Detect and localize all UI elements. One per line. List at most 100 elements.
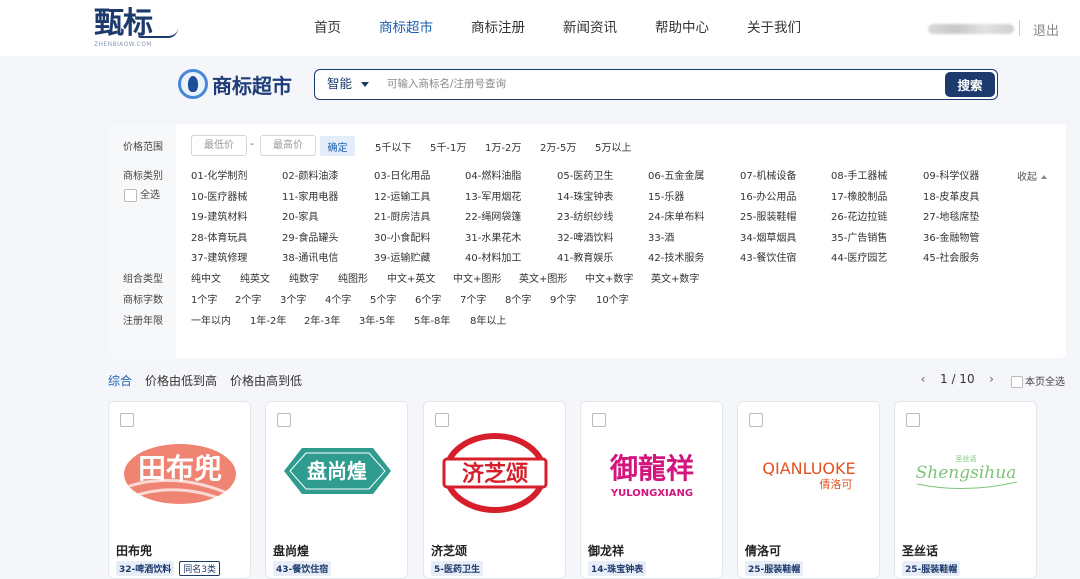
category-option[interactable]: 23-纺织纱线 [557,208,613,223]
price-option[interactable]: 5千-1万 [430,139,466,154]
category-option[interactable]: 15-乐器 [648,188,684,203]
category-option[interactable]: 32-啤酒饮料 [557,229,613,244]
category-option[interactable]: 03-日化用品 [374,167,430,182]
category-option[interactable]: 09-科学仪器 [923,167,979,182]
category-option[interactable]: 06-五金金属 [648,167,704,182]
reg-year-option[interactable]: 8年以上 [470,312,506,327]
nav-trademark-market[interactable]: 商标超市 [379,0,433,56]
category-option[interactable]: 39-运输贮藏 [374,249,430,264]
category-option[interactable]: 07-机械设备 [740,167,796,182]
combo-option[interactable]: 纯数字 [289,270,319,285]
char-count-option[interactable]: 8个字 [505,291,531,306]
sort-price-asc[interactable]: 价格由低到高 [145,372,217,390]
combo-option[interactable]: 纯英文 [240,270,270,285]
trademark-card[interactable]: 田布兜 田布兜 32-啤酒饮料 同名3类 [108,401,251,579]
category-option[interactable]: 13-军用烟花 [465,188,521,203]
category-option[interactable]: 41-教育娱乐 [557,249,613,264]
category-option[interactable]: 01-化学制剂 [191,167,247,182]
sort-default[interactable]: 综合 [108,372,132,390]
prev-page-icon[interactable]: ‹ [916,372,930,386]
price-confirm-button[interactable]: 确定 [320,136,355,156]
char-count-option[interactable]: 9个字 [550,291,576,306]
category-option[interactable]: 38-通讯电信 [282,249,338,264]
trademark-card[interactable]: 圣丝话 Shengsihua 圣丝话 25-服装鞋帽 [894,401,1037,579]
price-option[interactable]: 5千以下 [375,139,411,154]
category-option[interactable]: 36-金融物管 [923,229,979,244]
nav-trademark-register[interactable]: 商标注册 [471,0,525,56]
category-option[interactable]: 43-餐饮住宿 [740,249,796,264]
card-checkbox[interactable] [906,413,920,427]
category-option[interactable]: 05-医药卫生 [557,167,613,182]
search-input[interactable] [387,73,927,95]
max-price-input[interactable] [260,135,316,156]
category-option[interactable]: 04-燃料油脂 [465,167,521,182]
select-page-checkbox[interactable] [1011,376,1023,388]
category-option[interactable]: 25-服装鞋帽 [740,208,796,223]
card-checkbox[interactable] [749,413,763,427]
reg-year-option[interactable]: 1年-2年 [250,312,286,327]
nav-about[interactable]: 关于我们 [747,0,801,56]
combo-option[interactable]: 纯中文 [191,270,221,285]
trademark-card[interactable]: 盘尚煌 盘尚煌 43-餐饮住宿 [265,401,408,579]
price-option[interactable]: 2万-5万 [540,139,576,154]
category-option[interactable]: 18-皮革皮具 [923,188,979,203]
category-option[interactable]: 35-广告销售 [831,229,887,244]
category-option[interactable]: 11-家用电器 [282,188,338,203]
category-option[interactable]: 10-医疗器械 [191,188,247,203]
category-option[interactable]: 17-橡胶制品 [831,188,887,203]
collapse-toggle[interactable]: 收起 [1017,168,1047,183]
combo-option[interactable]: 纯图形 [338,270,368,285]
reg-year-option[interactable]: 一年以内 [191,312,231,327]
combo-option[interactable]: 中文+数字 [585,270,633,285]
category-option[interactable]: 26-花边拉链 [831,208,887,223]
char-count-option[interactable]: 10个字 [596,291,629,306]
trademark-card[interactable]: 济芝颂 济芝颂 5-医药卫生 [423,401,566,579]
combo-option[interactable]: 英文+图形 [519,270,567,285]
combo-option[interactable]: 中文+图形 [453,270,501,285]
nav-help[interactable]: 帮助中心 [655,0,709,56]
card-checkbox[interactable] [435,413,449,427]
trademark-card[interactable]: QIANLUOKE 倩洛可 倩洛可 25-服装鞋帽 [737,401,880,579]
category-option[interactable]: 28-体育玩具 [191,229,247,244]
char-count-option[interactable]: 1个字 [191,291,217,306]
combo-option[interactable]: 英文+数字 [651,270,699,285]
char-count-option[interactable]: 7个字 [460,291,486,306]
category-option[interactable]: 16-办公用品 [740,188,796,203]
category-option[interactable]: 22-绳网袋篷 [465,208,521,223]
category-option[interactable]: 14-珠宝钟表 [557,188,613,203]
nav-home[interactable]: 首页 [314,0,341,56]
category-option[interactable]: 29-食品罐头 [282,229,338,244]
category-option[interactable]: 27-地毯席垫 [923,208,979,223]
trademark-card[interactable]: 御龍祥 YULONGXIANG 御龙祥 14-珠宝钟表 [580,401,723,579]
next-page-icon[interactable]: › [985,372,999,386]
logout-link[interactable]: 退出 [1033,20,1059,39]
char-count-option[interactable]: 4个字 [325,291,351,306]
select-all-categories[interactable]: 全选 [124,186,160,202]
search-type-select[interactable]: 智能 [327,70,352,98]
category-option[interactable]: 37-建筑修理 [191,249,247,264]
select-page-toggle[interactable]: 本页全选 [1011,373,1065,388]
category-option[interactable]: 45-社会服务 [923,249,979,264]
category-option[interactable]: 24-床单布料 [648,208,704,223]
nav-news[interactable]: 新闻资讯 [563,0,617,56]
category-option[interactable]: 44-医疗园艺 [831,249,887,264]
chevron-down-icon[interactable] [361,82,369,87]
category-option[interactable]: 08-手工器械 [831,167,887,182]
card-checkbox[interactable] [277,413,291,427]
reg-year-option[interactable]: 2年-3年 [304,312,340,327]
price-option[interactable]: 1万-2万 [485,139,521,154]
char-count-option[interactable]: 3个字 [280,291,306,306]
category-option[interactable]: 02-颜料油漆 [282,167,338,182]
reg-year-option[interactable]: 3年-5年 [359,312,395,327]
category-option[interactable]: 33-酒 [648,229,674,244]
site-logo[interactable]: 甄标 ZHENBIAOW.COM [94,6,184,52]
category-option[interactable]: 19-建筑材料 [191,208,247,223]
category-option[interactable]: 31-水果花木 [465,229,521,244]
card-checkbox[interactable] [592,413,606,427]
category-option[interactable]: 20-家具 [282,208,318,223]
sort-price-desc[interactable]: 价格由高到低 [230,372,302,390]
category-option[interactable]: 34-烟草烟具 [740,229,796,244]
char-count-option[interactable]: 5个字 [370,291,396,306]
category-option[interactable]: 40-材料加工 [465,249,521,264]
card-checkbox[interactable] [120,413,134,427]
